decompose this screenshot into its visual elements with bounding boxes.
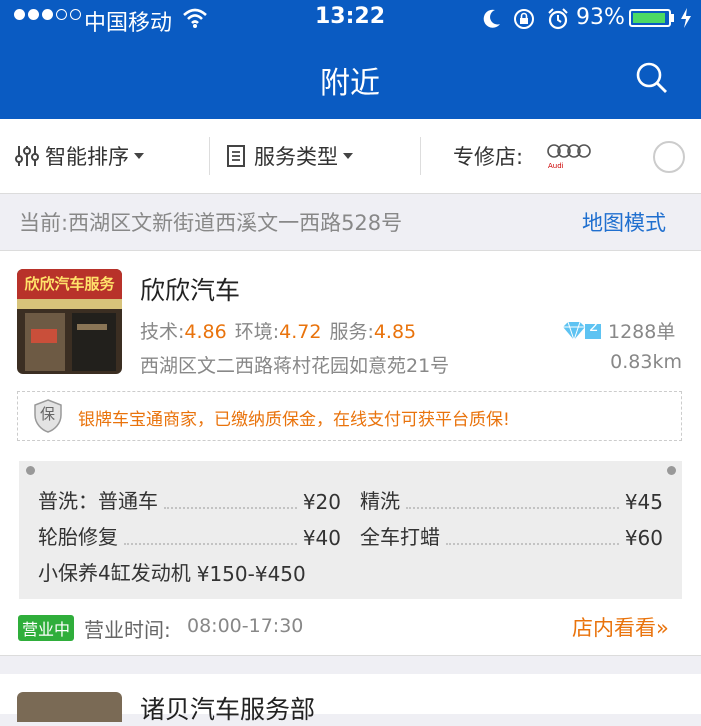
charging-bolt-icon — [681, 8, 691, 28]
list-document-icon — [227, 145, 245, 167]
shop-photo[interactable] — [17, 692, 122, 722]
env-score: 4.72 — [279, 321, 322, 343]
audi-logo-text: Audi — [548, 162, 564, 170]
service-name: 全车打蜡 — [360, 525, 440, 549]
open-status-badge: 营业中 — [18, 615, 75, 641]
specialty-radio-button[interactable] — [653, 141, 685, 173]
search-icon[interactable] — [634, 60, 670, 96]
shop-photo[interactable]: 欣欣汽车服务 — [17, 269, 122, 374]
shop-address: 西湖区文二西路蒋村花园如意苑21号 — [140, 355, 450, 377]
service-name: 轮胎修复 — [38, 525, 118, 549]
sort-dropdown[interactable]: 智能排序 — [14, 119, 144, 193]
view-store-link[interactable]: 店内看看» — [572, 612, 669, 642]
guarantee-banner[interactable]: 保 银牌车宝通商家，已缴纳质保金，在线支付可获平台质保! — [17, 391, 682, 441]
tech-label: 技术: — [140, 321, 185, 343]
service-price-list: 普洗：普通车 ¥20 精洗 ¥45 轮胎修复 ¥40 全车打蜡 ¥60 小保养4缸发动机… — [19, 461, 682, 599]
pin-dot — [26, 466, 35, 475]
battery-icon — [629, 9, 671, 27]
signal-dot — [56, 9, 67, 20]
shop-distance: 0.83km — [610, 351, 682, 373]
pin-dot — [667, 466, 676, 475]
shop-name[interactable]: 欣欣汽车 — [140, 271, 240, 307]
chevron-down-icon — [134, 153, 144, 159]
top-bar: 中国移动 13:22 93% 附近 — [0, 0, 701, 119]
service-score: 4.85 — [373, 321, 417, 343]
shop-sign-text: 欣欣汽车服务 — [24, 275, 115, 293]
service-label: 服务: — [329, 321, 374, 343]
service-name: 精洗 — [360, 489, 400, 513]
divider — [420, 137, 421, 175]
tech-score: 4.86 — [184, 321, 227, 343]
service-price: ¥20 — [302, 490, 341, 514]
battery-percent: 93% — [576, 5, 625, 30]
page-title: 附近 — [320, 66, 380, 101]
clock: 13:22 — [314, 4, 386, 29]
rotation-lock-icon — [514, 9, 534, 29]
filter-bar: 智能排序 服务类型 专修店: Audi — [0, 119, 701, 194]
sort-label: 智能排序 — [45, 145, 129, 169]
service-price: ¥60 — [624, 526, 663, 550]
current-location-text: 当前:西湖区文新街道西溪文一西路528号 — [19, 211, 403, 235]
orders-text: 1288单 — [608, 321, 676, 343]
shop-card[interactable]: 欣欣汽车服务 欣欣汽车 技术:4.86 环境:4.72 服务:4.85 2 1288… — [0, 251, 701, 656]
chevron-down-icon — [343, 153, 353, 159]
business-hours: 08:00-17:30 — [187, 615, 304, 637]
specialty-label: 专修店: — [453, 145, 524, 169]
hours-label: 营业时间: — [84, 618, 171, 642]
service-name: 普洗：普通车 — [38, 489, 158, 513]
shop-ratings: 技术:4.86 环境:4.72 服务:4.85 — [140, 317, 424, 344]
service-name: 小保养4缸发动机 — [38, 561, 191, 585]
signal-strength-icon — [14, 9, 81, 20]
service-item: 普洗：普通车 ¥20 — [38, 485, 341, 514]
service-item: 全车打蜡 ¥60 — [360, 521, 663, 550]
service-type-label: 服务类型 — [254, 145, 338, 169]
specialty-filter: 专修店: — [453, 119, 523, 193]
signal-dot — [70, 9, 81, 20]
audi-logo: Audi — [546, 143, 592, 170]
service-item: 轮胎修复 ¥40 — [38, 521, 341, 550]
carrier-name: 中国移动 — [84, 11, 173, 36]
signal-dot — [14, 9, 25, 20]
signal-dot — [42, 9, 53, 20]
signal-dot — [28, 9, 39, 20]
battery-cap — [671, 14, 674, 22]
env-label: 环境: — [234, 321, 280, 343]
guarantee-badge-text: 保 — [40, 405, 56, 423]
wifi-icon — [183, 8, 207, 28]
diamond-level: 2 — [589, 317, 599, 335]
shop-card[interactable]: 诸贝汽车服务部 — [0, 674, 701, 724]
divider — [209, 137, 210, 175]
guarantee-text: 银牌车宝通商家，已缴纳质保金，在线支付可获平台质保! — [78, 410, 510, 430]
location-bar: 当前:西湖区文新街道西溪文一西路528号 地图模式 — [0, 194, 701, 251]
service-price: ¥45 — [624, 490, 663, 514]
service-item: 小保养4缸发动机 ¥150-¥450 — [38, 557, 306, 586]
shop-name[interactable]: 诸贝汽车服务部 — [140, 690, 315, 726]
do-not-disturb-moon-icon — [483, 9, 500, 28]
service-type-dropdown[interactable]: 服务类型 — [226, 119, 353, 193]
map-mode-link[interactable]: 地图模式 — [582, 207, 666, 237]
sort-sliders-icon — [15, 146, 39, 166]
service-price: ¥40 — [302, 526, 341, 550]
service-item: 精洗 ¥45 — [360, 485, 663, 514]
service-price: ¥150-¥450 — [196, 562, 306, 586]
order-count: 2 1288单 — [561, 317, 675, 344]
alarm-clock-icon — [548, 8, 568, 30]
